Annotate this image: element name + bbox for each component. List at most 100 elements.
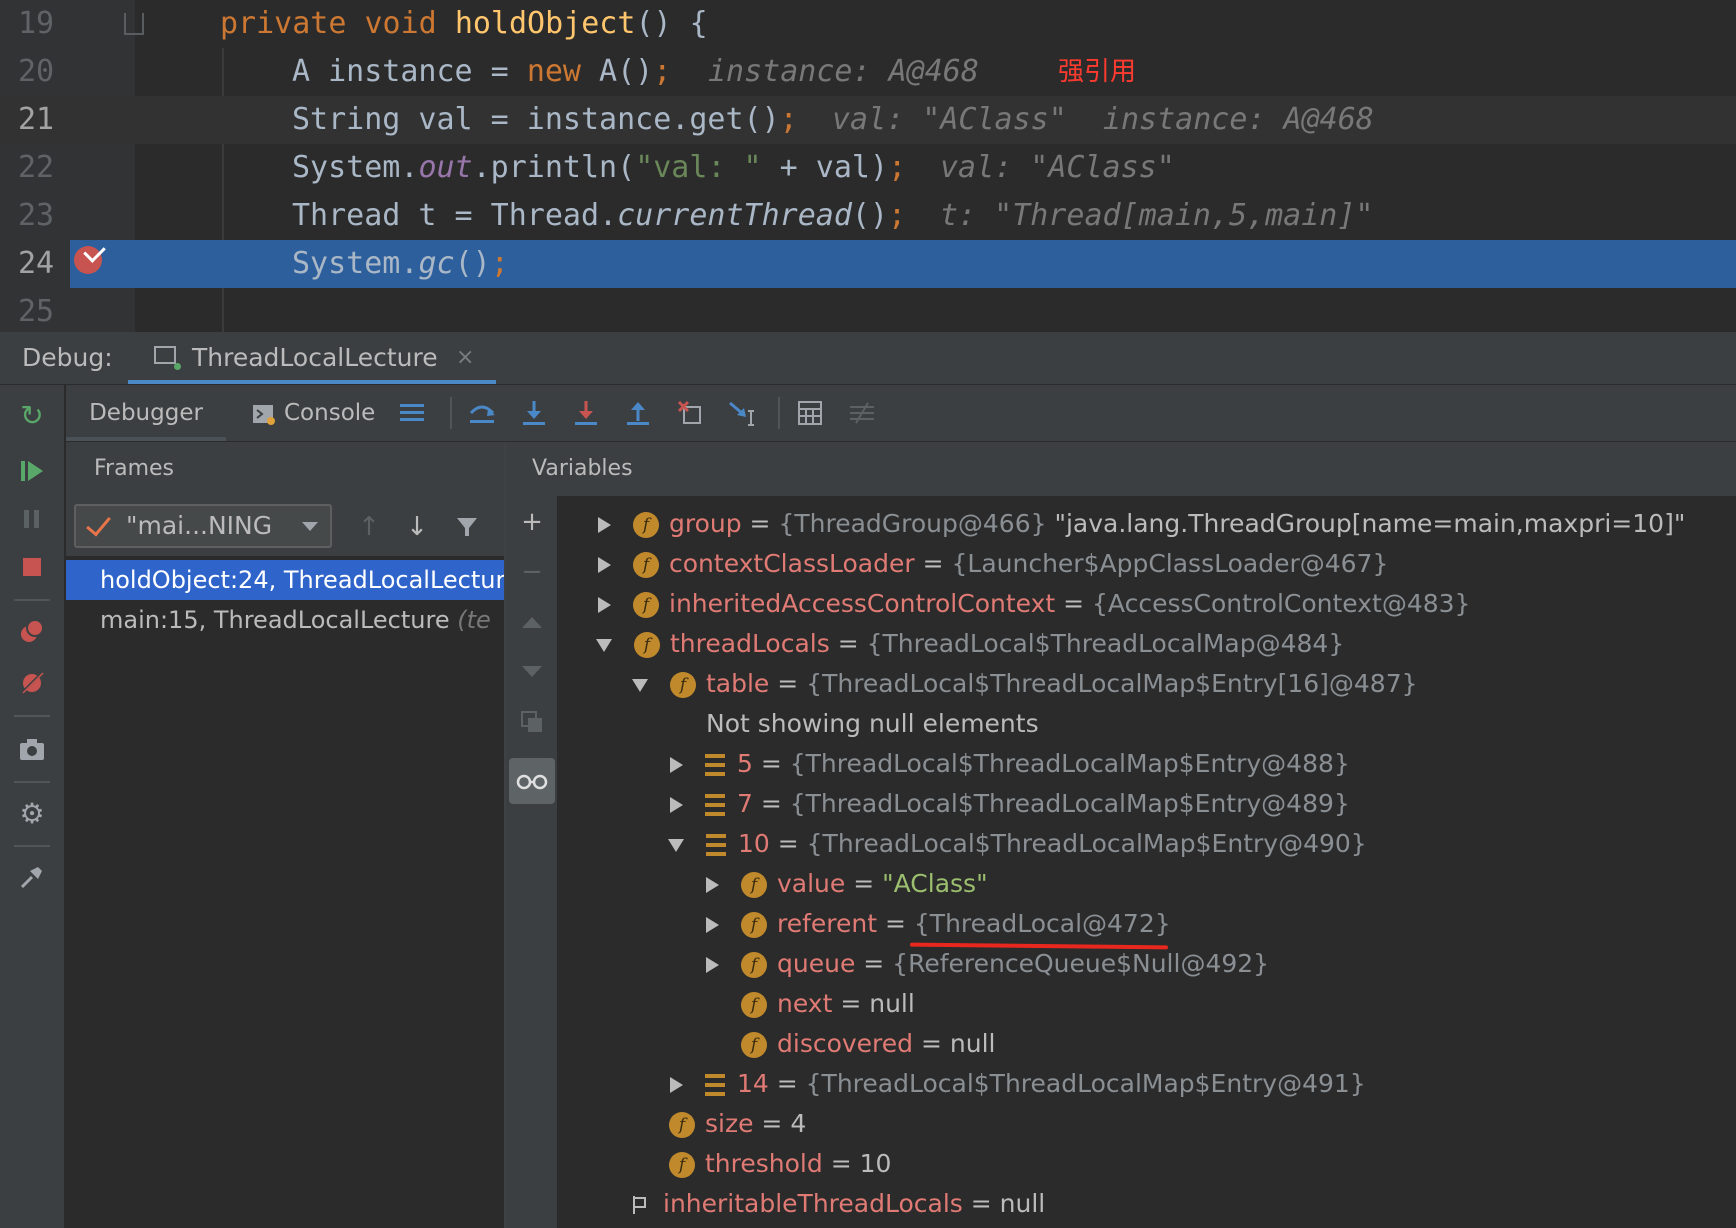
variable-row-threadlocals[interactable]: f threadLocals = {ThreadLocal$ThreadLocal… [596,624,1344,664]
variable-row-contextclassloader[interactable]: f contextClassLoader = {Launcher$AppClass… [596,544,1388,584]
variable-row-queue[interactable]: f queue = {ReferenceQueue$Null@492} [704,944,1269,984]
variable-type: {ThreadLocal$ThreadLocalMap@484} [866,629,1345,658]
glasses-show-watches-icon[interactable] [509,758,555,804]
frames-layout-icon[interactable] [394,395,430,431]
semicolon: ; [490,246,509,281]
code-line-24-execution-point[interactable]: 24 System.gc(); [0,240,1736,288]
step-into-icon[interactable] [516,395,552,431]
step-over-icon[interactable] [464,395,500,431]
expand-arrow-icon[interactable] [670,797,683,813]
array-element-row[interactable]: 14 = {ThreadLocal$ThreadLocalMap$Entry@4… [668,1064,1366,1104]
pin-icon[interactable] [12,857,52,897]
variable-row-table[interactable]: f table = {ThreadLocal$ThreadLocalMap$Ent… [632,664,1418,704]
collapse-arrow-icon[interactable] [668,838,684,852]
variable-name: size [705,1109,754,1138]
settings-gear-icon[interactable]: ⚙ [12,793,52,833]
move-up-icon[interactable] [514,604,550,640]
collapse-arrow-icon[interactable] [632,678,648,692]
variable-string-value: "AClass" [882,869,988,898]
field-icon: f [741,912,767,938]
variable-row-value[interactable]: f value = "AClass" [704,864,988,904]
tab-debugger[interactable]: Debugger [66,385,226,441]
variable-row-size[interactable]: f size = 4 [632,1104,806,1144]
expand-arrow-icon[interactable] [706,877,719,893]
view-breakpoints-icon[interactable] [12,611,52,651]
next-frame-arrow-down-icon[interactable]: ↓ [400,510,434,544]
code-text: private void holdObject() { [220,0,708,48]
frame-item[interactable]: holdObject:24, ThreadLocalLecture [66,560,506,600]
code-text: Thread t = Thread.currentThread(); [292,192,906,240]
variable-row-next[interactable]: f next = null [704,984,915,1024]
expand-arrow-icon[interactable] [706,917,719,933]
array-element-row[interactable]: 7 = {ThreadLocal$ThreadLocalMap$Entry@48… [668,784,1350,824]
expand-arrow-icon[interactable] [598,597,611,613]
array-element-row[interactable]: 10 = {ThreadLocal$ThreadLocalMap$Entry@4… [668,824,1367,864]
variable-row-discovered[interactable]: f discovered = null [704,1024,995,1064]
equals: = [752,789,790,818]
variable-row-inheritablethreadlocals[interactable]: inheritableThreadLocals = null [596,1184,1045,1224]
debug-tool-window-header: Debug: ThreadLocalLecture × [0,332,1736,385]
thread-selector-dropdown[interactable]: "mai...NING [74,504,332,548]
expand-arrow-icon[interactable] [598,557,611,573]
variable-name: threadLocals [670,629,830,658]
field-icon: f [634,632,660,658]
code-token: .println( [472,150,636,185]
field-icon: f [633,512,659,538]
frames-controls: "mai...NING ↑ ↓ [66,496,504,556]
code-line-23[interactable]: 23 Thread t = Thread.currentThread(); t:… [0,192,1736,240]
array-element-row[interactable]: 5 = {ThreadLocal$ThreadLocalMap$Entry@48… [668,744,1350,784]
expand-arrow-icon[interactable] [598,517,611,533]
variable-value: null [999,1189,1046,1218]
variable-row-group[interactable]: f group = {ThreadGroup@466} "java.lang.Th… [596,504,1685,544]
variables-header: Variables [506,442,1736,496]
rerun-icon[interactable]: ↻ [12,395,52,435]
expand-arrow-icon[interactable] [670,757,683,773]
filter-icon[interactable] [450,510,484,544]
duplicate-watch-icon[interactable] [514,704,550,740]
tab-console-label: Console [284,400,376,426]
run-to-cursor-icon[interactable] [724,395,760,431]
force-step-into-icon[interactable] [568,395,604,431]
expand-arrow-icon[interactable] [670,1077,683,1093]
evaluate-expression-icon[interactable] [792,395,828,431]
code-line-20[interactable]: 20 A instance = new A(); instance: A@468… [0,48,1736,96]
close-icon[interactable]: × [456,332,474,384]
mute-breakpoints-icon[interactable] [12,663,52,703]
variable-row-inheritedaccesscontrolcontext[interactable]: f inheritedAccessControlContext = {Access… [596,584,1470,624]
variable-name: threshold [705,1149,823,1178]
pause-icon[interactable] [12,499,52,539]
equals: = [1055,589,1093,618]
variable-row-threshold[interactable]: f threshold = 10 [632,1144,891,1184]
resume-icon[interactable] [12,451,52,491]
variable-type: {ThreadLocal$ThreadLocalMap$Entry@489} [789,789,1350,818]
code-line-19[interactable]: 19 private void holdObject() { [0,0,1736,48]
tab-label: ThreadLocalLecture [192,343,438,372]
previous-frame-arrow-up-icon[interactable]: ↑ [352,510,386,544]
code-line-22[interactable]: 22 System.out.println("val: " + val); va… [0,144,1736,192]
variables-tree[interactable]: f group = {ThreadGroup@466} "java.lang.Th… [558,496,1736,1228]
expand-arrow-icon[interactable] [706,957,719,973]
frame-label: holdObject:24, ThreadLocalLecture [100,566,506,594]
remove-watch-minus-icon[interactable]: − [514,554,550,590]
step-out-icon[interactable] [620,395,656,431]
variable-value: 10 [859,1149,892,1178]
stop-icon[interactable] [12,547,52,587]
line-number: 23 [18,198,55,233]
camera-icon[interactable] [12,729,52,769]
variable-value: "java.lang.ThreadGroup[name=main,maxpri=… [1046,509,1686,538]
code-line-21[interactable]: 21 String val = instance.get(); val: "AC… [0,96,1736,144]
equals: = [845,869,883,898]
line-number: 25 [18,294,55,329]
code-line-25[interactable]: 25 [0,288,1736,332]
drop-frame-icon[interactable] [672,395,708,431]
move-down-icon[interactable] [514,654,550,690]
field-icon: f [670,672,696,698]
add-watch-plus-icon[interactable]: + [514,504,550,540]
frame-item[interactable]: main:15, ThreadLocalLecture (te [66,600,504,640]
code-editor[interactable]: 19 private void holdObject() { 20 A inst… [0,0,1736,332]
variable-row-referent[interactable]: f referent = {ThreadLocal@472} [704,904,1171,944]
collapse-arrow-icon[interactable] [596,638,612,652]
tab-run-configuration[interactable]: ThreadLocalLecture × [128,332,496,384]
variable-type: {ThreadLocal$ThreadLocalMap$Entry[16]@48… [806,669,1418,698]
tab-console[interactable]: Console [252,385,375,441]
